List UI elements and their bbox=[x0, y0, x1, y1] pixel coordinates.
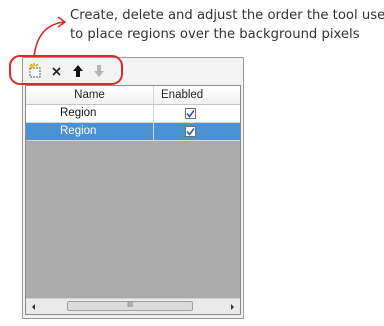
chevron-left-icon bbox=[32, 303, 35, 310]
enabled-cell bbox=[154, 123, 240, 140]
table-row[interactable]: Region bbox=[26, 105, 240, 123]
screenshot-stage: Create, delete and adjust the order the … bbox=[0, 0, 384, 326]
enabled-cell bbox=[154, 105, 240, 122]
enabled-checkbox[interactable] bbox=[184, 126, 196, 137]
scrollbar-thumb[interactable]: III bbox=[67, 301, 193, 311]
checkmark-icon bbox=[185, 110, 195, 118]
checkmark-icon bbox=[185, 128, 195, 136]
scroll-left-button[interactable] bbox=[26, 299, 42, 314]
toolbar-highlight-outline bbox=[9, 55, 123, 85]
horizontal-scrollbar[interactable]: III bbox=[26, 298, 240, 314]
column-header-name[interactable]: Name bbox=[26, 86, 154, 104]
region-editor-panel: Name Enabled Region Region III bbox=[22, 57, 244, 319]
grid-header: Name Enabled bbox=[26, 86, 240, 105]
regions-grid: Name Enabled Region Region III bbox=[25, 85, 241, 315]
enabled-checkbox[interactable] bbox=[184, 108, 196, 119]
scrollbar-grip: III bbox=[127, 302, 133, 309]
annotation-callout: Create, delete and adjust the order the … bbox=[70, 6, 384, 44]
region-name-cell[interactable]: Region bbox=[26, 105, 154, 122]
scroll-right-button[interactable] bbox=[224, 299, 240, 314]
column-header-enabled[interactable]: Enabled bbox=[154, 86, 240, 104]
annotation-line-1: Create, delete and adjust the order the … bbox=[70, 8, 384, 23]
table-row-selected[interactable]: Region bbox=[26, 123, 240, 141]
region-name-cell[interactable]: Region bbox=[26, 123, 154, 140]
chevron-right-icon bbox=[231, 303, 234, 310]
annotation-line-2: to place regions over the background pix… bbox=[70, 27, 360, 42]
